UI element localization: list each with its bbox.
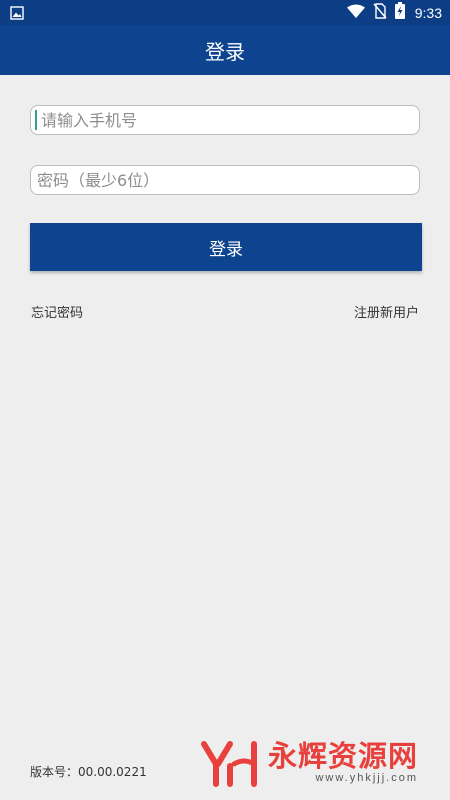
- status-time: 9:33: [414, 4, 442, 21]
- watermark-url: www.yhkjjj.com: [315, 772, 419, 784]
- version-label: 版本号：00.00.0221: [30, 765, 147, 779]
- watermark-title: 永辉资源网: [268, 739, 419, 773]
- register-link[interactable]: 注册新用户: [354, 302, 419, 321]
- wifi-icon: [346, 3, 365, 22]
- watermark-logo: [200, 738, 262, 792]
- password-input[interactable]: [35, 169, 419, 191]
- page-title: 登录: [205, 39, 245, 64]
- no-sim-icon: [373, 2, 387, 23]
- battery-charging-icon: [394, 2, 405, 23]
- login-button[interactable]: 登录: [30, 223, 422, 271]
- app-bar: 登录: [0, 25, 450, 75]
- image-icon: [10, 5, 24, 24]
- phone-field[interactable]: [30, 105, 420, 135]
- phone-input[interactable]: [39, 109, 419, 131]
- password-field[interactable]: [30, 165, 420, 195]
- status-bar: 9:33: [0, 0, 450, 25]
- forgot-password-link[interactable]: 忘记密码: [31, 302, 83, 321]
- watermark: 永辉资源网 www.yhkjjj.com: [200, 738, 445, 788]
- text-cursor: [35, 110, 37, 130]
